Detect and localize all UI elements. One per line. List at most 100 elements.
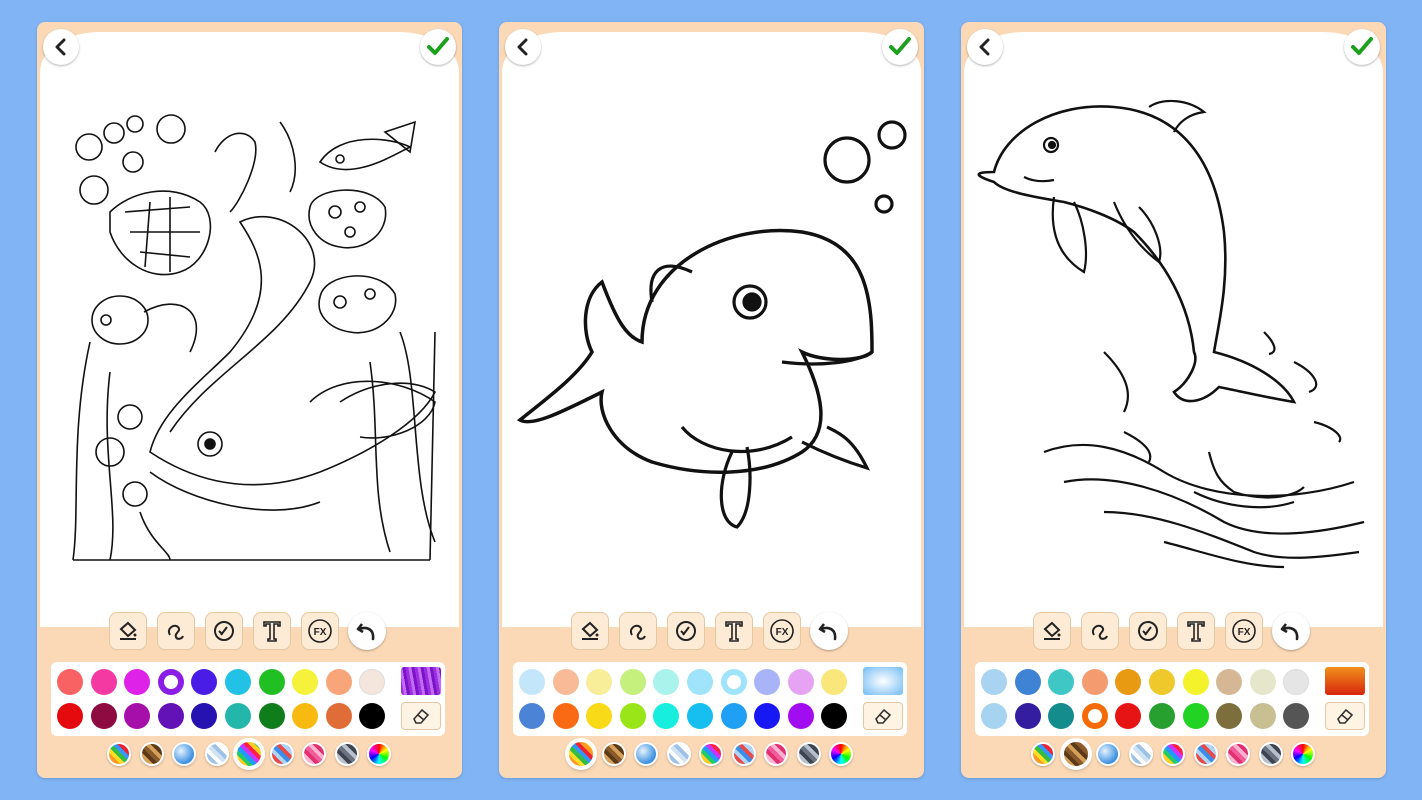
fx-tool[interactable]: FX bbox=[1225, 612, 1263, 650]
special-color-swatch[interactable] bbox=[863, 667, 903, 695]
color-swatch[interactable] bbox=[1048, 669, 1075, 695]
mode-pink-shine[interactable] bbox=[302, 742, 326, 766]
mode-blue-shine[interactable] bbox=[634, 742, 658, 766]
color-swatch[interactable] bbox=[552, 703, 579, 729]
fx-tool[interactable]: FX bbox=[763, 612, 801, 650]
coloring-canvas[interactable] bbox=[502, 32, 921, 627]
color-swatch[interactable] bbox=[1081, 669, 1108, 695]
color-swatch[interactable] bbox=[687, 669, 713, 695]
coloring-canvas[interactable] bbox=[964, 32, 1383, 627]
color-swatch[interactable] bbox=[1249, 703, 1276, 729]
color-swatch[interactable] bbox=[981, 703, 1007, 729]
mode-blue-shine[interactable] bbox=[172, 742, 196, 766]
color-swatch[interactable] bbox=[1014, 703, 1041, 729]
color-swatch[interactable] bbox=[586, 669, 613, 695]
back-button[interactable] bbox=[43, 29, 79, 65]
color-swatch[interactable] bbox=[157, 703, 184, 729]
color-swatch[interactable] bbox=[821, 703, 848, 729]
color-swatch[interactable] bbox=[720, 703, 747, 729]
mode-color-wheel[interactable] bbox=[367, 742, 391, 766]
color-swatch[interactable] bbox=[1081, 703, 1108, 729]
color-swatch[interactable] bbox=[981, 669, 1007, 695]
lasso-tool[interactable] bbox=[157, 612, 195, 650]
color-swatch[interactable] bbox=[1149, 703, 1175, 729]
color-swatch[interactable] bbox=[124, 703, 151, 729]
color-swatch[interactable] bbox=[519, 669, 545, 695]
color-swatch[interactable] bbox=[57, 669, 83, 695]
color-swatch[interactable] bbox=[754, 669, 781, 695]
color-swatch[interactable] bbox=[1115, 669, 1142, 695]
color-swatch[interactable] bbox=[90, 703, 117, 729]
color-swatch[interactable] bbox=[519, 703, 545, 729]
fill-bucket-tool[interactable] bbox=[1033, 612, 1071, 650]
special-color-swatch[interactable] bbox=[401, 667, 441, 695]
color-swatch[interactable] bbox=[292, 703, 319, 729]
lasso-tool[interactable] bbox=[1081, 612, 1119, 650]
mode-color-wheel[interactable] bbox=[1291, 742, 1315, 766]
mode-blue-red-shine[interactable] bbox=[1193, 742, 1218, 766]
color-swatch[interactable] bbox=[1283, 669, 1310, 695]
eraser-button[interactable] bbox=[1325, 702, 1365, 730]
color-swatch[interactable] bbox=[619, 669, 646, 695]
text-tool[interactable] bbox=[1177, 612, 1215, 650]
color-swatch[interactable] bbox=[157, 669, 184, 695]
color-swatch[interactable] bbox=[720, 669, 747, 695]
fill-bucket-tool[interactable] bbox=[109, 612, 147, 650]
color-swatch[interactable] bbox=[1182, 669, 1209, 695]
mode-rainbow-stripes[interactable] bbox=[1031, 742, 1055, 766]
undo-button[interactable] bbox=[810, 612, 848, 650]
coloring-canvas[interactable] bbox=[40, 32, 459, 627]
color-swatch[interactable] bbox=[90, 669, 117, 695]
mode-gray-shine[interactable] bbox=[796, 742, 821, 766]
mode-rainbow-stripes[interactable] bbox=[567, 740, 595, 768]
eraser-button[interactable] bbox=[863, 702, 903, 730]
color-swatch[interactable] bbox=[687, 703, 713, 729]
undo-button[interactable] bbox=[1272, 612, 1310, 650]
mode-brown-stripes[interactable] bbox=[601, 742, 626, 766]
mode-pastel-blue[interactable] bbox=[204, 742, 229, 766]
lasso-tool[interactable] bbox=[619, 612, 657, 650]
mode-multicolor[interactable] bbox=[235, 740, 263, 768]
color-swatch[interactable] bbox=[325, 669, 352, 695]
color-swatch[interactable] bbox=[754, 703, 781, 729]
color-swatch[interactable] bbox=[359, 669, 386, 695]
color-swatch[interactable] bbox=[1115, 703, 1142, 729]
text-tool[interactable] bbox=[715, 612, 753, 650]
color-swatch[interactable] bbox=[787, 703, 814, 729]
color-swatch[interactable] bbox=[1048, 703, 1075, 729]
brush-tool[interactable] bbox=[1129, 612, 1167, 650]
mode-gray-shine[interactable] bbox=[334, 742, 359, 766]
color-swatch[interactable] bbox=[1182, 703, 1209, 729]
mode-pastel-blue[interactable] bbox=[1128, 742, 1153, 766]
color-swatch[interactable] bbox=[359, 703, 386, 729]
mode-rainbow-stripes[interactable] bbox=[107, 742, 131, 766]
color-swatch[interactable] bbox=[124, 669, 151, 695]
mode-gray-shine[interactable] bbox=[1258, 742, 1283, 766]
done-button[interactable] bbox=[882, 29, 918, 65]
mode-blue-shine[interactable] bbox=[1096, 742, 1120, 766]
done-button[interactable] bbox=[420, 29, 456, 65]
color-swatch[interactable] bbox=[552, 669, 579, 695]
mode-multicolor[interactable] bbox=[699, 742, 723, 766]
brush-tool[interactable] bbox=[667, 612, 705, 650]
color-swatch[interactable] bbox=[292, 669, 319, 695]
mode-brown-stripes[interactable] bbox=[1061, 740, 1090, 768]
mode-blue-red-shine[interactable] bbox=[269, 742, 294, 766]
undo-button[interactable] bbox=[348, 612, 386, 650]
color-swatch[interactable] bbox=[1149, 669, 1175, 695]
mode-pink-shine[interactable] bbox=[1226, 742, 1250, 766]
fx-tool[interactable]: FX bbox=[301, 612, 339, 650]
color-swatch[interactable] bbox=[653, 669, 680, 695]
mode-pink-shine[interactable] bbox=[764, 742, 788, 766]
done-button[interactable] bbox=[1344, 29, 1380, 65]
color-swatch[interactable] bbox=[653, 703, 680, 729]
color-swatch[interactable] bbox=[586, 703, 613, 729]
back-button[interactable] bbox=[505, 29, 541, 65]
mode-blue-red-shine[interactable] bbox=[731, 742, 756, 766]
mode-brown-stripes[interactable] bbox=[139, 742, 164, 766]
color-swatch[interactable] bbox=[787, 669, 814, 695]
special-color-swatch[interactable] bbox=[1325, 667, 1365, 695]
mode-pastel-blue[interactable] bbox=[666, 742, 691, 766]
color-swatch[interactable] bbox=[57, 703, 83, 729]
color-swatch[interactable] bbox=[325, 703, 352, 729]
